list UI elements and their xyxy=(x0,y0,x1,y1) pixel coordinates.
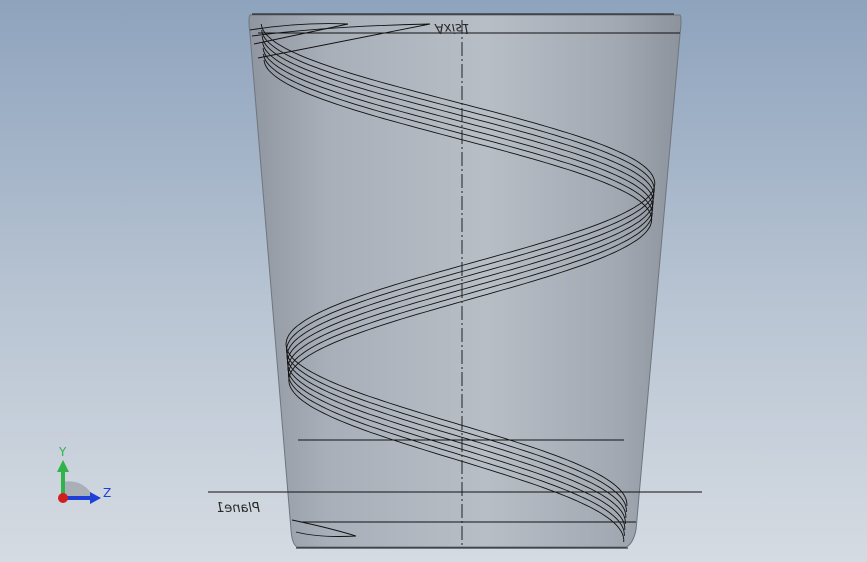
axis-label: Axis1 xyxy=(434,20,470,35)
triad-y-label: Y xyxy=(58,445,67,459)
triad-y-arrow xyxy=(57,460,69,472)
triad-z-label: Z xyxy=(103,486,111,500)
plane-label: Plane1 xyxy=(216,501,260,516)
tapered-cylinder-body[interactable] xyxy=(248,14,682,548)
graphics-viewport[interactable]: Axis1 Plane1 Y Z xyxy=(0,0,867,562)
model-scene[interactable]: Axis1 Plane1 Y Z xyxy=(0,0,867,562)
view-triad[interactable]: Y Z xyxy=(57,445,111,504)
triad-x-origin xyxy=(58,493,68,503)
triad-z-arrow xyxy=(90,492,101,504)
